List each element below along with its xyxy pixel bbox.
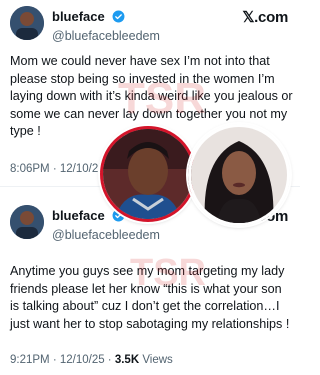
tweet-timestamp[interactable]: 9:21PM · 12/10/25 · 3.5K Views <box>10 354 173 366</box>
avatar[interactable] <box>10 205 44 239</box>
x-logo-icon: 𝕏.com <box>242 9 288 26</box>
display-name[interactable]: blueface <box>52 208 105 223</box>
circular-photo-man <box>100 126 196 222</box>
timestamp-text: 9:21PM · 12/10/25 · <box>10 354 115 366</box>
view-count: 3.5K <box>114 354 140 366</box>
avatar[interactable] <box>10 6 44 40</box>
user-handle[interactable]: @bluefacebleedem <box>52 29 160 43</box>
views-label: Views <box>139 354 173 366</box>
user-handle[interactable]: @bluefacebleedem <box>52 228 160 242</box>
tweet-header: blueface @bluefacebleedem 𝕏.com <box>10 6 290 43</box>
display-name[interactable]: blueface <box>52 9 105 24</box>
verified-badge-icon <box>112 10 125 23</box>
tweet-timestamp[interactable]: 8:06PM · 12/10/25 <box>10 163 105 175</box>
circular-photo-woman <box>188 124 290 226</box>
tweet-text: Anytime you guys see my mom targeting my… <box>10 264 290 331</box>
